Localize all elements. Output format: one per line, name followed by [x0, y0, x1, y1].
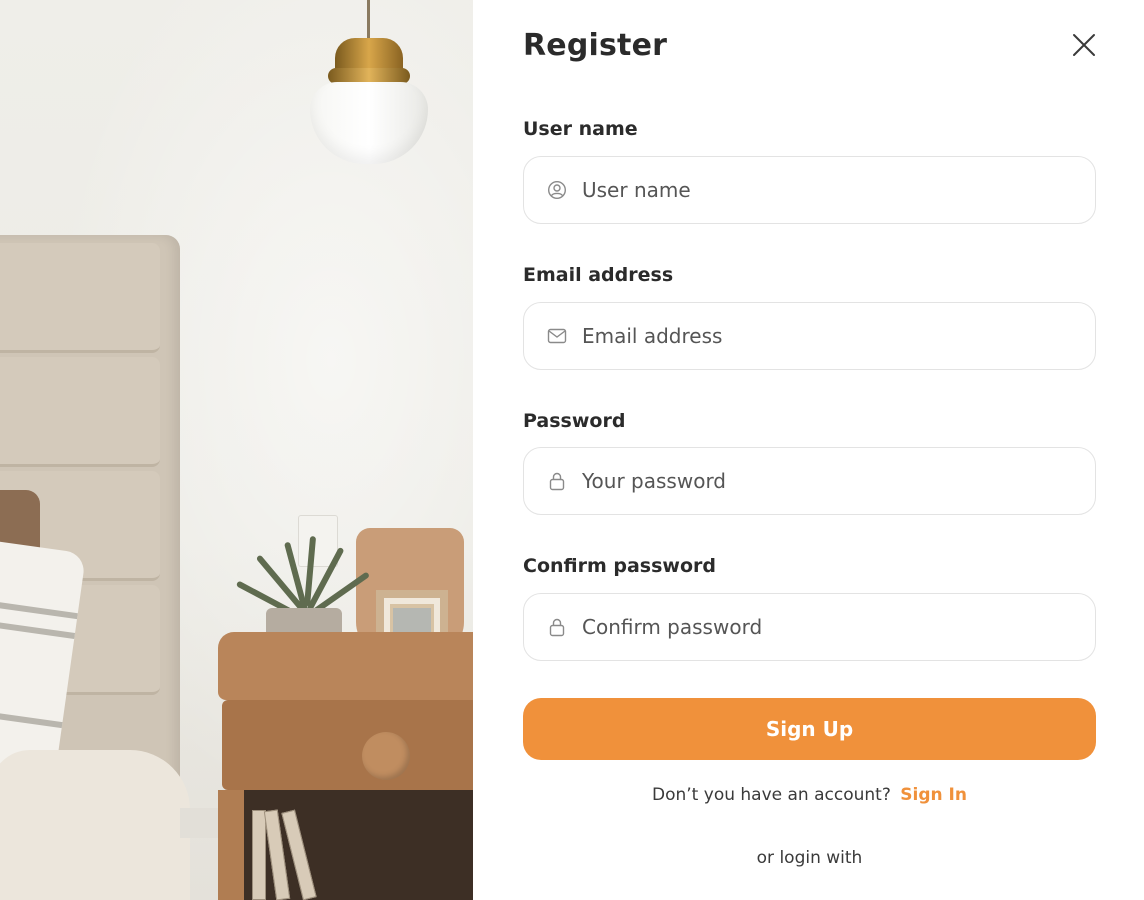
bedroom-photo [0, 0, 473, 900]
username-label: User name [523, 118, 638, 140]
headboard-panel [0, 243, 160, 353]
email-label: Email address [523, 264, 674, 286]
lock-icon [546, 616, 568, 638]
confirm-password-field[interactable] [523, 593, 1096, 661]
confirm-password-input[interactable] [582, 615, 1072, 639]
user-circle-icon [546, 179, 568, 201]
page-title: Register [523, 28, 668, 63]
password-input[interactable] [582, 469, 1072, 493]
pillow-stripe [0, 617, 76, 639]
alt-login-text: or login with [756, 848, 863, 868]
drawer-knob [362, 732, 410, 780]
pendant-chain [367, 0, 370, 42]
email-input[interactable] [582, 324, 1072, 348]
nightstand-drawer [222, 700, 473, 790]
account-prompt-text: Don’t you have an account? [652, 785, 891, 805]
username-field[interactable] [523, 156, 1096, 224]
nightstand-leg [218, 790, 244, 900]
book [252, 810, 266, 900]
close-icon [1073, 34, 1095, 56]
headboard-panel [0, 357, 160, 467]
sign-in-link[interactable]: Sign In [900, 785, 967, 805]
password-label: Password [523, 410, 626, 432]
password-field[interactable] [523, 447, 1096, 515]
blanket [0, 750, 190, 900]
email-field[interactable] [523, 302, 1096, 370]
pillow-stripe [0, 706, 63, 729]
pillow-stripe [0, 597, 78, 620]
lock-icon [546, 470, 568, 492]
close-button[interactable] [1069, 30, 1099, 60]
confirm-password-label: Confirm password [523, 555, 717, 577]
register-panel: Register User name Email address Passwor… [473, 0, 1144, 900]
nightstand-top [218, 632, 473, 700]
username-input[interactable] [582, 178, 1072, 202]
mail-icon [546, 325, 568, 347]
account-prompt-line: Don’t you have an account? Sign In [523, 785, 1096, 805]
sign-up-button[interactable]: Sign Up [523, 698, 1096, 760]
